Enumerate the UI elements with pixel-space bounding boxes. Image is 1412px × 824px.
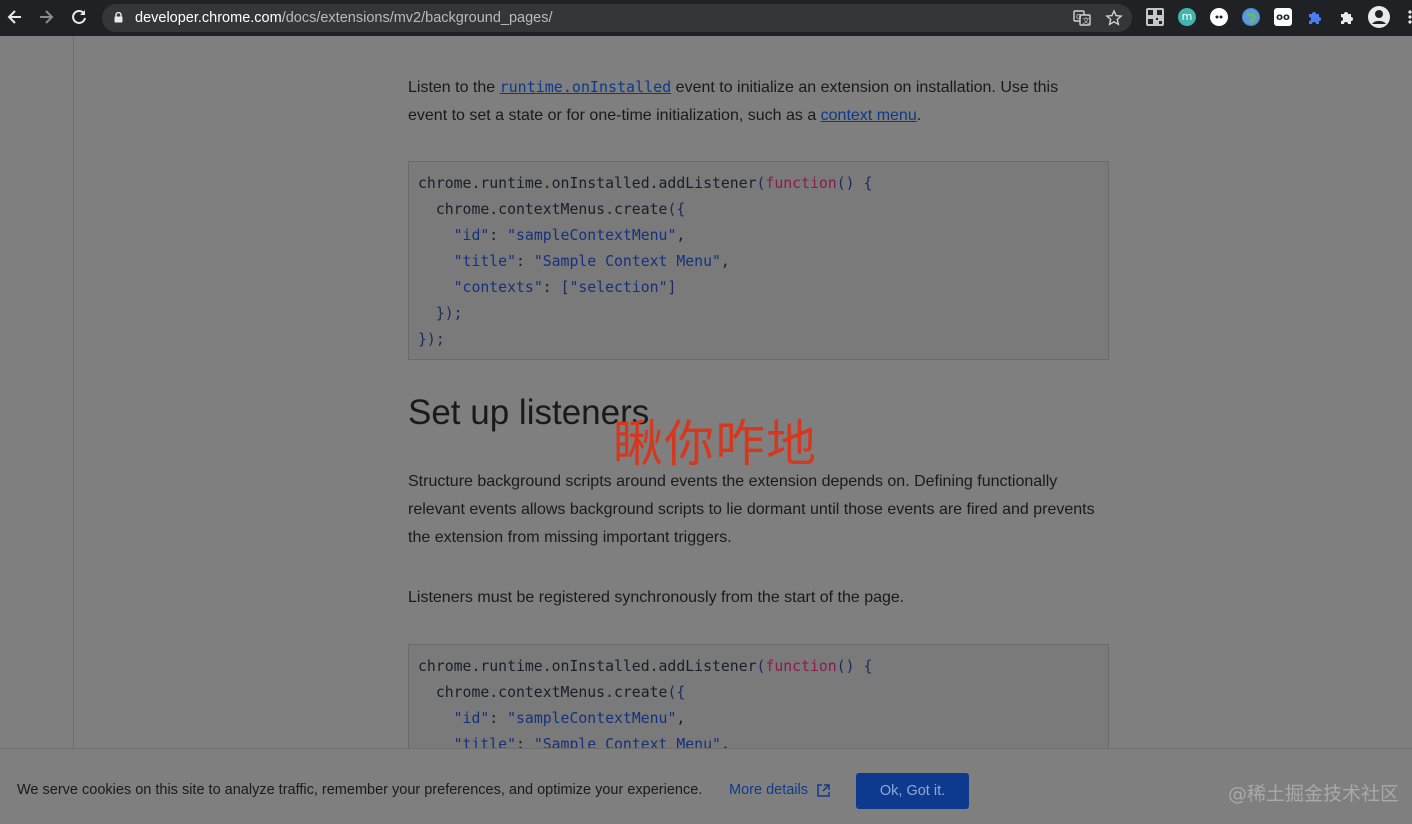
- blue-puzzle-extension-icon[interactable]: [1306, 8, 1324, 26]
- code-line: chrome.contextMenus.create({: [418, 684, 686, 701]
- puzzle-icon[interactable]: [1338, 8, 1356, 26]
- code-block-2[interactable]: chrome.runtime.onInstalled.addListener(f…: [408, 644, 1109, 754]
- external-link-icon[interactable]: [816, 783, 831, 798]
- overlay-caption: 瞅你咋地: [613, 415, 817, 473]
- oo-extension-label: oo: [1276, 12, 1290, 23]
- oo-extension-icon[interactable]: oo: [1274, 8, 1292, 26]
- code-line: });: [418, 331, 445, 348]
- svg-text:文: 文: [1083, 16, 1090, 25]
- intro-paragraph: Listen to the runtime.onInstalled event …: [408, 73, 1098, 130]
- more-details-link[interactable]: More details: [729, 782, 808, 798]
- context-menu-link[interactable]: context menu: [821, 107, 917, 124]
- reload-button[interactable]: [68, 6, 90, 28]
- kebab-menu-icon[interactable]: [1403, 8, 1412, 26]
- watermark-text: @稀土掘金技术社区: [1228, 783, 1400, 805]
- svg-text:G: G: [1076, 13, 1081, 21]
- code-line: chrome.contextMenus.create({: [418, 201, 686, 218]
- profile-icon[interactable]: [1368, 6, 1390, 28]
- code-line: "id": "sampleContextMenu",: [453, 227, 686, 244]
- m-extension-icon[interactable]: m: [1178, 8, 1196, 26]
- translate-icon[interactable]: G文: [1073, 9, 1091, 27]
- arrow-left-icon: [7, 10, 21, 24]
- star-icon[interactable]: [1105, 9, 1123, 27]
- url-host: developer.chrome.com: [135, 10, 282, 26]
- code-line: "title": "Sample Context Menu",: [453, 253, 730, 270]
- browser-toolbar: developer.chrome.com/docs/extensions/mv2…: [0, 0, 1412, 36]
- code-line: });: [435, 305, 463, 322]
- ok-got-it-button[interactable]: Ok, Got it.: [856, 773, 969, 809]
- sync-paragraph: Listeners must be registered synchronous…: [408, 589, 905, 606]
- code-line: chrome.runtime.onInstalled.addListener(f…: [418, 175, 873, 192]
- intro-text-1: Listen to the: [408, 79, 500, 96]
- url-text: developer.chrome.com/docs/extensions/mv2…: [135, 10, 553, 26]
- code-block-1[interactable]: chrome.runtime.onInstalled.addListener(f…: [408, 161, 1109, 360]
- left-rail-divider: [73, 36, 74, 748]
- qr-extension-icon[interactable]: [1146, 8, 1164, 26]
- back-button[interactable]: [4, 6, 26, 28]
- address-bar[interactable]: developer.chrome.com/docs/extensions/mv2…: [102, 4, 1132, 32]
- intro-text-3: .: [916, 107, 922, 124]
- forward-button[interactable]: [35, 6, 57, 28]
- url-path: /docs/extensions/mv2/background_pages/: [281, 10, 553, 26]
- code-line: "contexts": ["selection"]: [453, 279, 677, 296]
- arrow-right-icon: [40, 10, 54, 24]
- lock-icon: [114, 12, 123, 23]
- listeners-paragraph: Structure background scripts around even…: [408, 473, 1095, 546]
- cookie-banner: We serve cookies on this site to analyze…: [0, 748, 1412, 824]
- reload-icon: [72, 9, 86, 24]
- code-line: chrome.runtime.onInstalled.addListener(f…: [418, 658, 873, 675]
- code-line: "id": "sampleContextMenu",: [453, 710, 686, 727]
- globe-extension-icon[interactable]: [1242, 8, 1260, 26]
- cookie-message: We serve cookies on this site to analyze…: [17, 782, 703, 798]
- dots-extension-icon[interactable]: [1210, 8, 1228, 26]
- runtime-oninstalled-link[interactable]: runtime.onInstalled: [500, 78, 672, 96]
- m-extension-label: m: [1181, 10, 1193, 23]
